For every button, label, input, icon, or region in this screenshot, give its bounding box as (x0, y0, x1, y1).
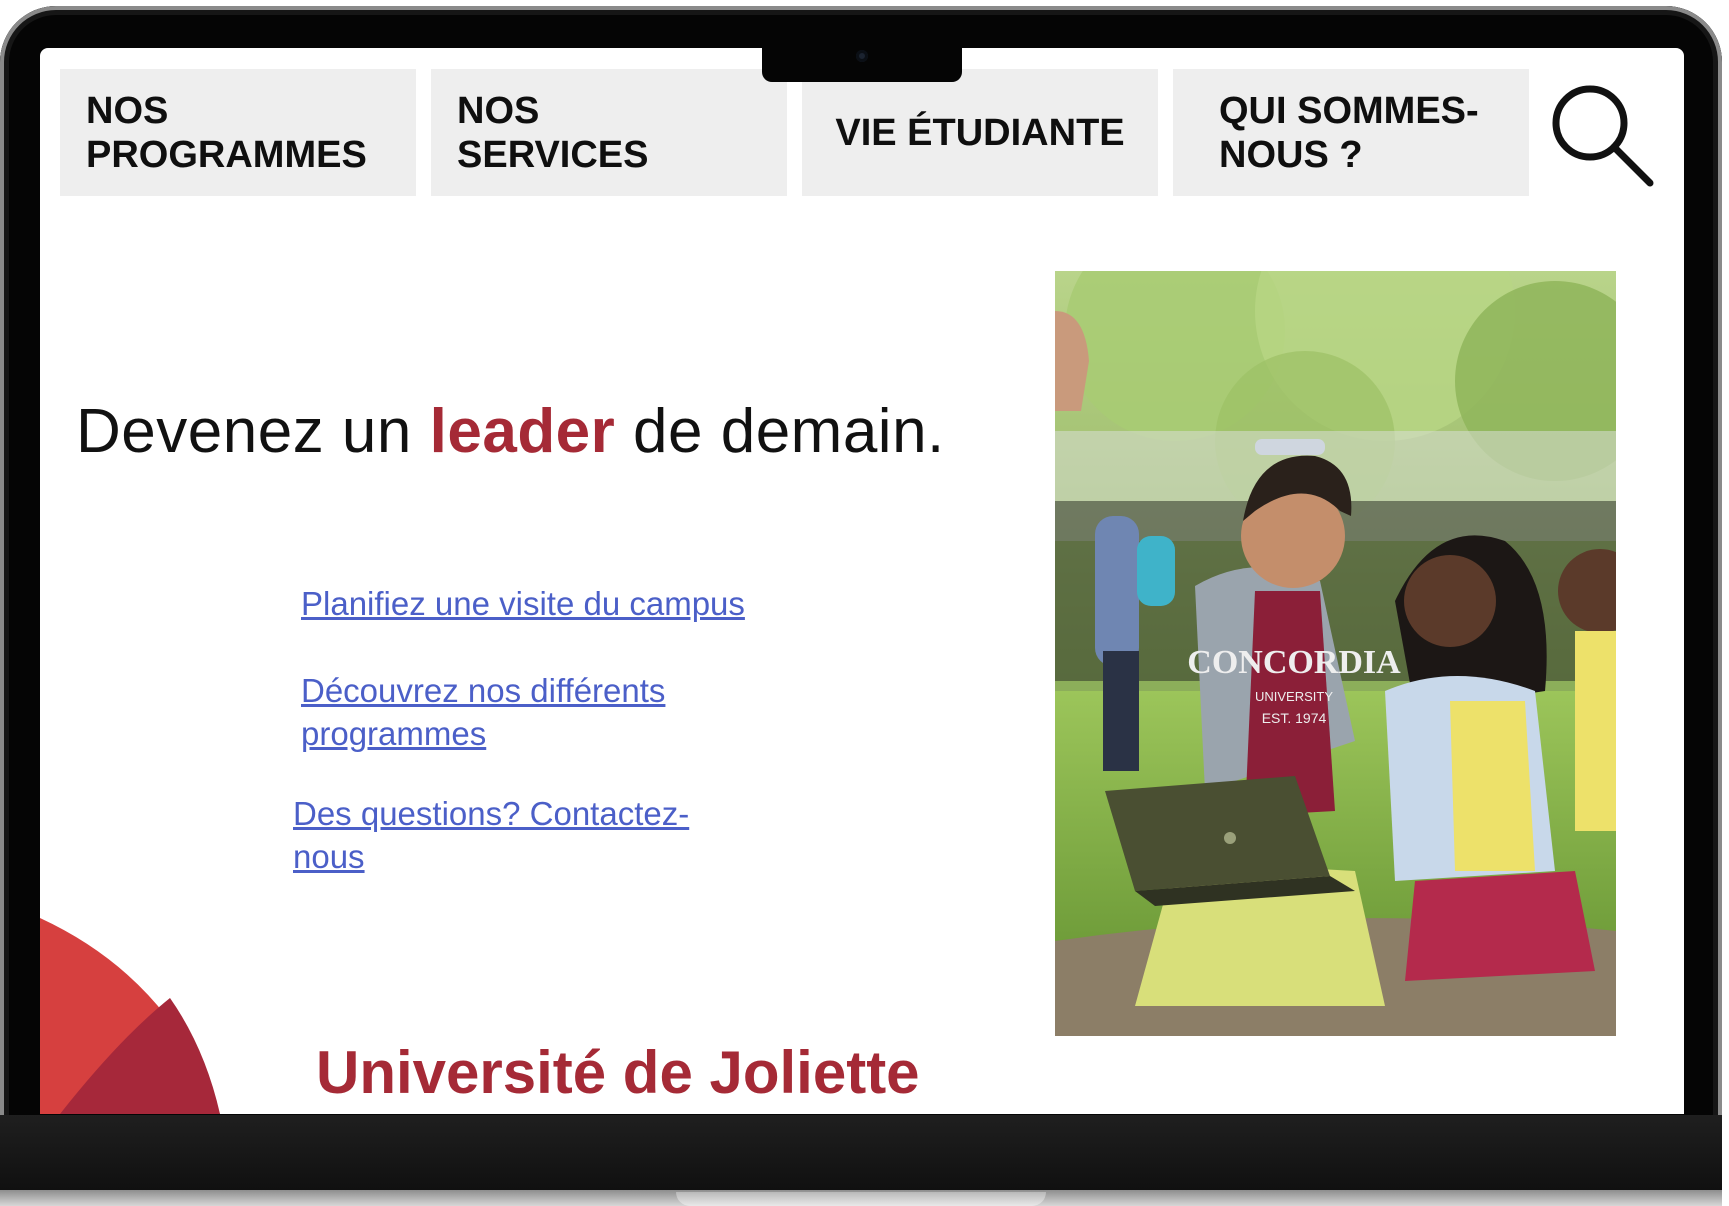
students-photo: CONCORDIA UNIVERSITY EST. 1974 (1055, 271, 1616, 1036)
nav-item-vie-etudiante[interactable]: VIE ÉTUDIANTE (802, 69, 1158, 196)
shirt-text: EST. 1974 (1262, 710, 1327, 726)
university-name: Université de Joliette (316, 1039, 920, 1106)
nav-item-programmes[interactable]: NOS PROGRAMMES (60, 69, 416, 196)
camera-icon (856, 50, 868, 62)
laptop-hinge (676, 1192, 1046, 1206)
shirt-text: UNIVERSITY (1255, 689, 1333, 704)
hero-headline: Devenez un leader de demain. (76, 397, 945, 466)
decorative-corner-shape (40, 918, 220, 1114)
shirt-text: CONCORDIA (1187, 644, 1401, 681)
nav-item-qui-sommes-nous[interactable]: QUI SOMMES- NOUS ? (1173, 69, 1529, 196)
search-button[interactable] (1548, 81, 1660, 193)
search-icon (1552, 85, 1654, 187)
nav-item-label: VIE ÉTUDIANTE (835, 111, 1125, 154)
nav-item-services[interactable]: NOS SERVICES (431, 69, 787, 196)
nav-item-label: NOS SERVICES (457, 89, 649, 176)
laptop-screen: NOS PROGRAMMES NOS SERVICES VIE ÉTUDIANT… (40, 48, 1684, 1114)
headline-accent: leader (429, 397, 616, 466)
laptop-chin (0, 1115, 1722, 1191)
contact-link[interactable]: Des questions? Contactez- nous (293, 792, 689, 878)
camera-notch (762, 46, 962, 82)
programs-link[interactable]: Découvrez nos différents programmes (301, 669, 665, 755)
nav-item-label: QUI SOMMES- NOUS ? (1219, 89, 1479, 176)
visit-campus-link[interactable]: Planifiez une visite du campus (301, 582, 745, 625)
nav-item-label: NOS PROGRAMMES (86, 89, 367, 176)
